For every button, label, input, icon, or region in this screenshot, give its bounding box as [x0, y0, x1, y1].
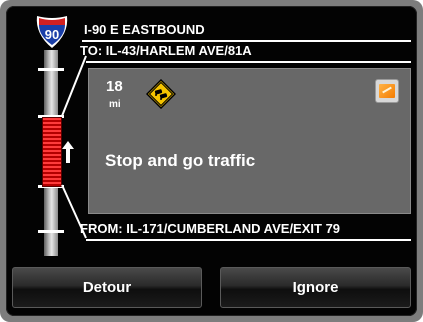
traffic-info-box: 18 mi Stop and go traffic	[88, 68, 411, 214]
interstate-shield-icon: 90	[36, 16, 68, 48]
distance-value: 18	[106, 78, 123, 95]
to-underline	[86, 61, 411, 63]
map-view-button[interactable]	[375, 79, 399, 103]
traffic-description: Stop and go traffic	[105, 151, 256, 170]
detour-button[interactable]: Detour	[12, 267, 202, 308]
from-exit-label: FROM: IL-171/CUMBERLAND AVE/EXIT 79	[80, 221, 341, 236]
map-icon	[379, 84, 395, 98]
from-underline	[86, 239, 411, 241]
distance-unit: mi	[109, 99, 121, 110]
traffic-dialog-frame: 90 I-90 E EASTBOUND TO: IL-43/HARLEM AVE…	[0, 0, 423, 322]
traffic-congestion-sign-icon	[146, 79, 176, 109]
ignore-button[interactable]: Ignore	[220, 267, 411, 308]
to-exit-label: TO: IL-43/HARLEM AVE/81A	[80, 43, 252, 58]
shield-number: 90	[45, 27, 59, 42]
road-title: I-90 E EASTBOUND	[84, 22, 205, 37]
header-divider	[82, 40, 411, 42]
